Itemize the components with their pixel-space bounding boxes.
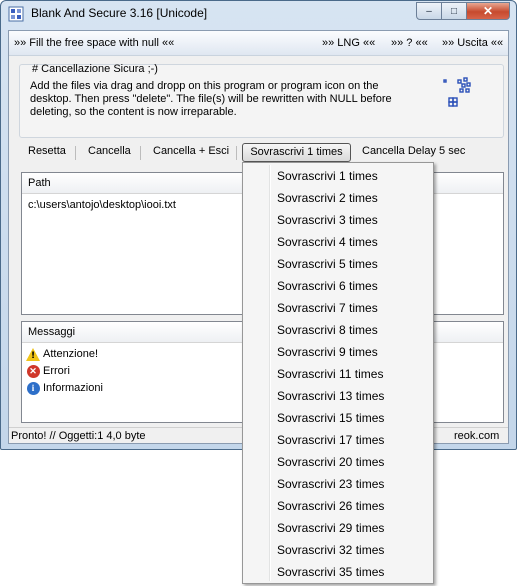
message-label: Attenzione! [43, 348, 99, 360]
message-label: Informazioni [43, 382, 103, 394]
status-text: Pronto! // Oggetti:1 4,0 byte [11, 430, 146, 442]
delete-delay-button[interactable]: Cancella Delay 5 sec [362, 145, 465, 157]
maximize-icon: □ [450, 5, 458, 17]
toolbar-separator [236, 146, 237, 160]
message-label: Errori [43, 365, 70, 377]
menu-item-overwrite-9[interactable]: Sovrascrivi 9 times [245, 341, 431, 363]
group-title: # Cancellazione Sicura ;-) [32, 63, 158, 75]
menu-fill-free-space[interactable]: »» Fill the free space with null «« [14, 37, 174, 49]
column-label: Path [28, 177, 51, 189]
menu-item-overwrite-5[interactable]: Sovrascrivi 5 times [245, 253, 431, 275]
menu-item-overwrite-8[interactable]: Sovrascrivi 8 times [245, 319, 431, 341]
overwrite-dropdown-button[interactable]: Sovrascrivi 1 times [242, 143, 351, 162]
info-icon: i [26, 381, 40, 395]
menu-language[interactable]: »» LNG «« [322, 37, 375, 49]
menu-item-overwrite-32[interactable]: Sovrascrivi 32 times [245, 539, 431, 561]
menu-item-overwrite-11[interactable]: Sovrascrivi 11 times [245, 363, 431, 385]
window-title: Blank And Secure 3.16 [Unicode] [31, 6, 208, 20]
info-group: # Cancellazione Sicura ;-) Add the files… [19, 63, 504, 138]
menu-item-overwrite-13[interactable]: Sovrascrivi 13 times [245, 385, 431, 407]
close-button[interactable]: ✕ [467, 2, 510, 20]
message-info[interactable]: i Informazioni [26, 380, 103, 396]
warning-icon: ! [26, 347, 40, 361]
app-icon [8, 6, 24, 22]
message-warning[interactable]: ! Attenzione! [26, 346, 98, 362]
overwrite-dropdown-menu: Sovrascrivi 1 times Sovrascrivi 2 times … [242, 162, 434, 584]
toolbar: Resetta Cancella Cancella + Esci Sovrasc… [9, 142, 508, 164]
menu-item-overwrite-1[interactable]: Sovrascrivi 1 times [245, 165, 431, 187]
menu-item-overwrite-35[interactable]: Sovrascrivi 35 times [245, 561, 431, 583]
menu-item-overwrite-23[interactable]: Sovrascrivi 23 times [245, 473, 431, 495]
menu-item-overwrite-15[interactable]: Sovrascrivi 15 times [245, 407, 431, 429]
delete-button[interactable]: Cancella [88, 145, 131, 157]
menu-item-overwrite-20[interactable]: Sovrascrivi 20 times [245, 451, 431, 473]
close-icon: ✕ [482, 4, 494, 18]
menu-item-overwrite-3[interactable]: Sovrascrivi 3 times [245, 209, 431, 231]
toolbar-separator [75, 146, 76, 160]
shred-icon [443, 77, 471, 107]
menu-item-overwrite-7[interactable]: Sovrascrivi 7 times [245, 297, 431, 319]
menu-bar: »» Fill the free space with null «« »» L… [9, 31, 508, 56]
maximize-button[interactable]: □ [442, 2, 467, 20]
menu-item-overwrite-17[interactable]: Sovrascrivi 17 times [245, 429, 431, 451]
title-bar[interactable]: Blank And Secure 3.16 [Unicode] – □ ✕ [1, 1, 516, 27]
column-label: Messaggi [28, 326, 76, 338]
menu-item-overwrite-4[interactable]: Sovrascrivi 4 times [245, 231, 431, 253]
reset-button[interactable]: Resetta [28, 145, 66, 157]
minimize-button[interactable]: – [416, 2, 442, 20]
menu-item-overwrite-6[interactable]: Sovrascrivi 6 times [245, 275, 431, 297]
status-link[interactable]: reok.com [454, 430, 499, 442]
group-description: Add the files via drag and dropp on this… [30, 80, 392, 118]
delete-exit-button[interactable]: Cancella + Esci [153, 145, 229, 157]
menu-item-overwrite-2[interactable]: Sovrascrivi 2 times [245, 187, 431, 209]
menu-exit[interactable]: »» Uscita «« [442, 37, 503, 49]
file-row[interactable]: c:\users\antojo\desktop\iooi.txt [28, 199, 176, 211]
message-error[interactable]: ✕ Errori [26, 363, 70, 379]
menu-item-overwrite-29[interactable]: Sovrascrivi 29 times [245, 517, 431, 539]
toolbar-separator [140, 146, 141, 160]
menu-item-overwrite-26[interactable]: Sovrascrivi 26 times [245, 495, 431, 517]
error-icon: ✕ [26, 364, 40, 378]
menu-help[interactable]: »» ? «« [391, 37, 428, 49]
minimize-icon: – [426, 5, 432, 17]
